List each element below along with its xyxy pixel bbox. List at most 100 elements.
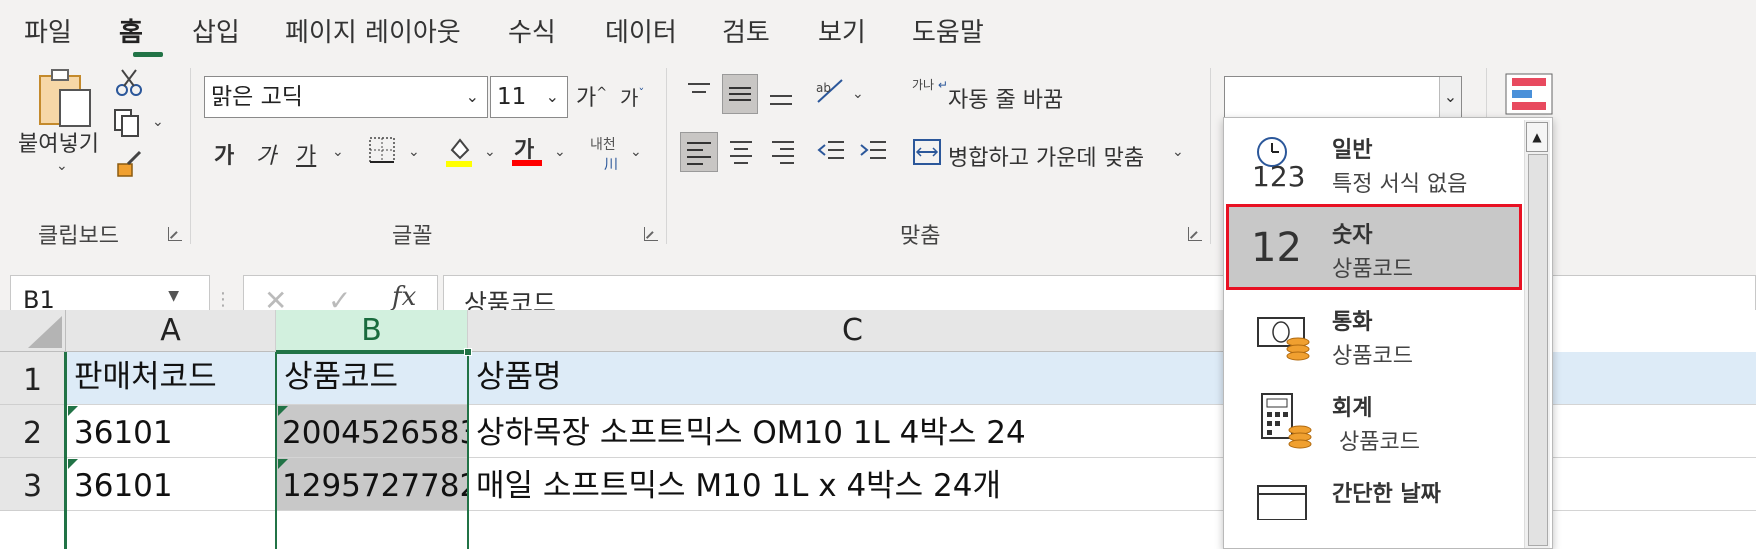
font-color-button[interactable]: 가 [512, 132, 544, 168]
row-selection-edge [64, 352, 67, 549]
underline-button[interactable]: 가 [296, 138, 316, 170]
paste-icon [39, 69, 91, 127]
cell-c1[interactable]: 상품명 [468, 352, 1756, 405]
border-icon[interactable] [368, 136, 396, 164]
align-middle-button[interactable] [722, 74, 758, 114]
tab-review[interactable]: 검토 [722, 12, 770, 49]
grow-font-button[interactable]: 가^ [576, 80, 607, 112]
row-header-3[interactable]: 3 [0, 458, 66, 511]
format-number-title: 숫자 [1332, 223, 1373, 248]
row-header-1[interactable]: 1 [0, 352, 66, 405]
chevron-down-icon[interactable]: ▼ [168, 288, 179, 304]
scrollbar-thumb[interactable] [1528, 154, 1548, 546]
dropdown-scrollbar[interactable]: ▲ [1524, 120, 1550, 548]
alignment-group-label: 맞춤 [900, 224, 941, 249]
merge-center-button[interactable]: 병합하고 가운데 맞춤 [948, 140, 1144, 172]
cell-c2[interactable]: 상하목장 소프트믹스 OM10 1L 4박스 24 [468, 405, 1756, 458]
format-currency-title: 통화 [1332, 310, 1373, 335]
format-accounting-sub: 상품코드 [1332, 430, 1420, 455]
tab-view[interactable]: 보기 [818, 12, 866, 49]
align-left-button[interactable] [680, 132, 718, 172]
copy-chevron-icon[interactable]: ⌄ [152, 114, 164, 130]
scroll-up-icon[interactable]: ▲ [1526, 122, 1548, 152]
number-format-dropdown: 123 일반 특정 서식 없음 12 숫자 상품코드 통화 상품코드 회계 상품… [1223, 117, 1553, 549]
phonetic-icon: 川 [604, 157, 618, 173]
underline-chevron-icon[interactable]: ⌄ [332, 144, 344, 160]
shrink-font-button[interactable]: 가ˇ [620, 82, 644, 111]
font-launcher-icon[interactable] [644, 227, 658, 241]
format-painter-icon[interactable] [114, 150, 144, 180]
tab-home[interactable]: 홈 [119, 12, 143, 49]
tab-help[interactable]: 도움말 [912, 12, 984, 49]
fill-handle[interactable] [464, 348, 472, 356]
select-all-corner[interactable] [0, 310, 66, 352]
chevron-down-icon: ⌄ [545, 87, 559, 106]
format-short-date-item[interactable]: 간단한 날짜 [1226, 464, 1522, 549]
font-group-label: 글꼴 [392, 224, 433, 249]
chevron-down-icon[interactable]: ⌄ [1439, 77, 1461, 117]
paste-button[interactable] [30, 68, 100, 128]
fill-color-chevron-icon[interactable]: ⌄ [484, 144, 496, 160]
column-header-c[interactable]: C [468, 310, 1238, 352]
column-header-b[interactable]: B [276, 310, 468, 352]
merge-center-icon [912, 138, 942, 166]
general-icon-text: 123 [1252, 160, 1306, 193]
tab-formulas[interactable]: 수식 [508, 12, 556, 49]
tab-insert[interactable]: 삽입 [192, 12, 240, 49]
drag-handle-icon[interactable]: ⋮ [214, 289, 232, 310]
font-name-combo[interactable]: 맑은 고딕 ⌄ [204, 76, 488, 118]
align-bottom-icon[interactable] [766, 80, 796, 110]
row-header-2[interactable]: 2 [0, 405, 66, 458]
conditional-formatting-icon[interactable] [1504, 72, 1554, 116]
border-chevron-icon[interactable]: ⌄ [408, 144, 420, 160]
align-top-icon[interactable] [684, 78, 714, 108]
format-number-item[interactable]: 12 숫자 상품코드 [1226, 204, 1522, 290]
column-header-a[interactable]: A [66, 310, 276, 352]
accounting-icon [1261, 393, 1312, 449]
bold-button[interactable]: 가 [214, 138, 234, 170]
error-indicator-icon [68, 406, 78, 416]
insert-function-button[interactable]: fx [392, 282, 416, 312]
clipboard-launcher-icon[interactable] [168, 227, 182, 241]
copy-icon[interactable] [112, 108, 142, 138]
format-currency-sub: 상품코드 [1332, 344, 1413, 369]
cut-icon[interactable] [114, 68, 144, 98]
font-color-chevron-icon[interactable]: ⌄ [554, 144, 566, 160]
tab-data[interactable]: 데이터 [605, 12, 677, 49]
font-size-combo[interactable]: 11 ⌄ [490, 76, 568, 118]
format-short-date-title: 간단한 날짜 [1332, 482, 1441, 507]
active-tab-indicator [133, 52, 163, 57]
format-accounting-item[interactable]: 회계 상품코드 [1226, 378, 1522, 464]
number-format-combo[interactable]: ⌄ [1224, 76, 1462, 118]
calendar-icon [1257, 485, 1307, 520]
divider [190, 68, 191, 244]
cell-c3[interactable]: 매일 소프트믹스 M10 1L x 4박스 24개 [468, 458, 1756, 511]
format-currency-item[interactable]: 통화 상품코드 [1226, 292, 1522, 378]
phonetic-button[interactable]: 내천 [590, 134, 616, 154]
divider [1210, 68, 1211, 244]
wrap-text-button[interactable]: 자동 줄 바꿈 [948, 82, 1063, 114]
tab-page-layout[interactable]: 페이지 레이아웃 [285, 12, 461, 49]
error-indicator-icon [68, 459, 78, 469]
merge-chevron-icon[interactable]: ⌄ [1172, 144, 1184, 160]
increase-indent-icon[interactable] [858, 136, 888, 166]
orientation-icon[interactable]: ab [814, 74, 848, 108]
cell-a1[interactable]: 판매처코드 [66, 352, 276, 405]
align-right-icon[interactable] [768, 136, 798, 166]
italic-button[interactable]: 가 [256, 138, 276, 170]
fill-color-icon[interactable] [444, 134, 474, 168]
decrease-indent-icon[interactable] [816, 136, 846, 166]
paste-chevron-icon[interactable]: ⌄ [56, 158, 68, 174]
tab-file[interactable]: 파일 [24, 12, 72, 49]
cell-a2[interactable]: 36101 [66, 405, 276, 458]
format-general-item[interactable]: 123 일반 특정 서식 없음 [1226, 120, 1522, 206]
cell-a3[interactable]: 36101 [66, 458, 276, 511]
currency-icon [1257, 317, 1310, 361]
phonetic-chevron-icon[interactable]: ⌄ [630, 144, 642, 160]
align-center-icon[interactable] [726, 136, 756, 166]
orientation-chevron-icon[interactable]: ⌄ [852, 86, 864, 102]
selection-border [275, 352, 469, 549]
align-left-icon [687, 142, 711, 165]
grow-font-label: 가 [576, 86, 597, 111]
alignment-launcher-icon[interactable] [1188, 227, 1202, 241]
